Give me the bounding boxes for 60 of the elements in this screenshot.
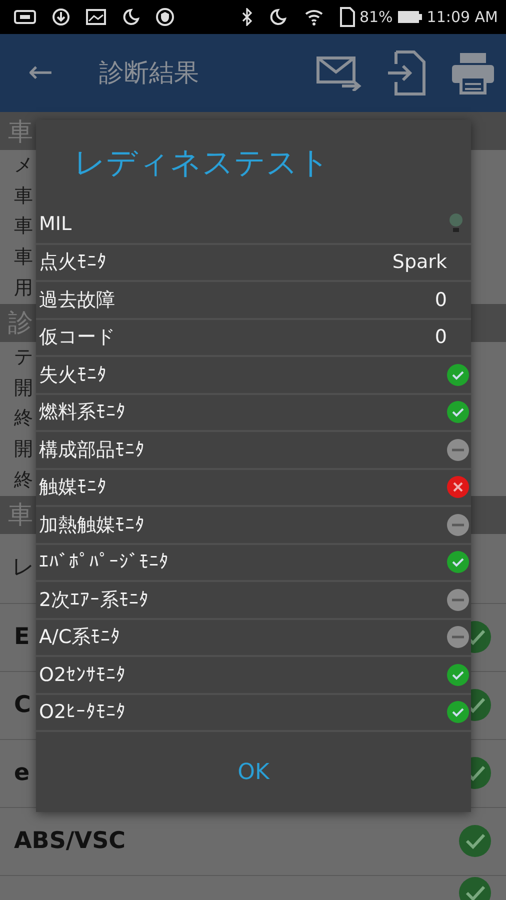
- screen-title: 診断結果: [99, 57, 200, 90]
- row-label: ｴﾊﾞﾎﾟﾊﾟｰｼﾞﾓﾆﾀ: [39, 550, 169, 575]
- system-name: e: [14, 762, 30, 785]
- list-item: 車: [14, 186, 33, 206]
- list-item: メ: [14, 156, 33, 175]
- list-item: 終: [14, 471, 33, 490]
- print-icon[interactable]: [450, 51, 496, 95]
- dialog-title: レディネステスト: [74, 145, 330, 181]
- list-item: 車: [14, 217, 33, 236]
- battery-percent: 81%: [359, 6, 393, 28]
- check-icon: [447, 701, 469, 724]
- back-button[interactable]: ←: [20, 58, 62, 88]
- row-label: 構成部品ﾓﾆﾀ: [39, 438, 145, 462]
- list-item: テ: [14, 348, 33, 367]
- mail-icon[interactable]: [316, 55, 362, 91]
- row-label: 仮コード: [39, 325, 115, 350]
- moon-icon: [269, 8, 290, 26]
- system-name: C: [14, 694, 31, 717]
- row-label: 2次ｴｱｰ系ﾓﾆﾀ: [39, 588, 150, 612]
- moon-icon: [122, 8, 140, 26]
- row-label: 過去故障: [39, 288, 115, 312]
- row-value: Spark: [392, 250, 447, 275]
- sd-card-icon: [339, 7, 356, 27]
- download-icon: [52, 8, 70, 26]
- list-item[interactable]: レ: [12, 557, 35, 580]
- export-icon[interactable]: [386, 50, 426, 96]
- image-icon: [86, 9, 106, 25]
- bluetooth-icon: [241, 8, 254, 26]
- wifi-icon: [305, 8, 324, 26]
- error-icon: [447, 476, 469, 498]
- ok-button[interactable]: OK: [218, 750, 290, 794]
- minus-icon: [447, 438, 469, 461]
- row-label: 燃料系ﾓﾆﾀ: [39, 400, 126, 425]
- row-label: 触媒ﾓﾆﾀ: [39, 475, 107, 500]
- row-label: MIL: [39, 212, 72, 236]
- list-item: 開: [14, 440, 33, 460]
- list-item: 用: [14, 279, 33, 298]
- row-value: 0: [434, 325, 447, 350]
- row-label: 加熱触媒ﾓﾆﾀ: [39, 512, 145, 538]
- minus-icon: [447, 514, 469, 536]
- row-label: A/C系ﾓﾆﾀ: [39, 625, 121, 650]
- row-label: O2ﾋｰﾀﾓﾆﾀ: [39, 700, 126, 725]
- minus-icon: [447, 588, 469, 611]
- row-label: O2ｾﾝｻﾓﾆﾀ: [39, 662, 126, 688]
- clock: 11:09 AM: [426, 6, 498, 28]
- check-icon: [447, 664, 469, 686]
- list-item: 開: [14, 378, 33, 398]
- minus-icon: [447, 626, 469, 648]
- system-name: E: [14, 626, 30, 649]
- shield-icon: [156, 8, 174, 26]
- row-label: 失火ﾓﾆﾀ: [39, 362, 107, 388]
- system-name: ABS/VSC: [14, 830, 126, 853]
- check-icon: [447, 401, 469, 424]
- list-item: 車: [14, 248, 33, 268]
- battery-icon: [396, 10, 423, 24]
- check-icon: [447, 551, 469, 574]
- row-label: 点火ﾓﾆﾀ: [39, 250, 107, 275]
- row-value: 0: [434, 288, 447, 312]
- check-icon: [447, 364, 469, 386]
- list-item: 終: [14, 409, 33, 428]
